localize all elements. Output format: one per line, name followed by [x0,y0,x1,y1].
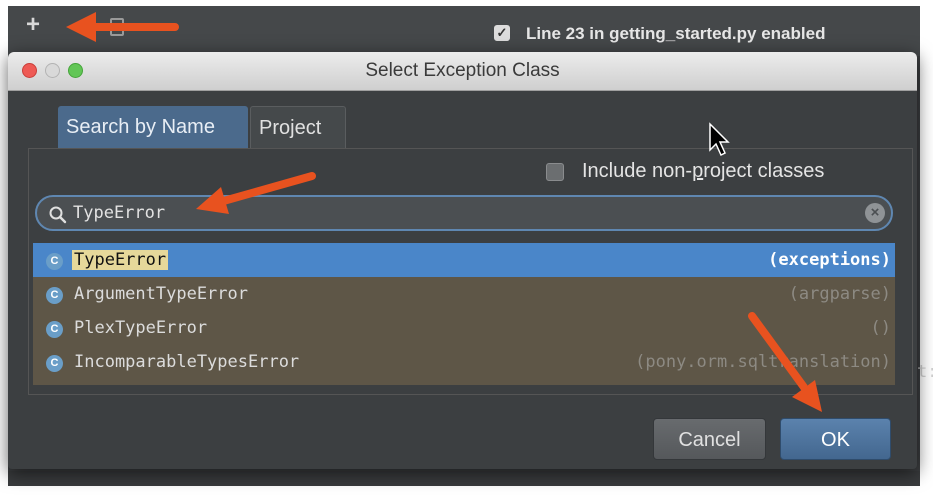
tab-project[interactable]: Project [250,106,346,148]
dialog-titlebar: Select Exception Class [8,52,917,91]
document-icon[interactable] [110,18,124,36]
breakpoint-toolbar: + ✓ Line 23 in getting_started.py enable… [8,6,920,56]
select-exception-dialog: Select Exception Class Search by Name Pr… [8,52,917,469]
result-row[interactable]: C PlexTypeError () [33,311,895,345]
result-class-name: PlexTypeError [74,318,208,338]
result-class-name: ArgumentTypeError [74,284,248,304]
include-non-project-checkbox[interactable] [546,163,564,181]
result-class-name: IncomparableTypesError [74,352,300,372]
result-row[interactable]: C IncomparableTypesError (pony.orm.sqltr… [33,345,895,379]
search-input[interactable] [73,197,853,229]
add-breakpoint-plus-icon[interactable]: + [22,13,44,37]
result-row[interactable]: C TypeError (exceptions) [33,243,895,277]
clear-search-icon[interactable]: × [865,203,885,223]
result-package: (argparse) [788,284,891,304]
dialog-title: Select Exception Class [365,60,560,81]
ide-bottom-bar [8,471,920,486]
include-non-project-label[interactable]: Include non-project classes [582,160,824,183]
search-field[interactable]: × [35,195,893,231]
class-icon: C [46,253,63,270]
cancel-button[interactable]: Cancel [653,418,766,460]
result-row[interactable]: C ArgumentTypeError (argparse) [33,277,895,311]
result-package: (exceptions) [768,250,891,270]
tab-search-by-name[interactable]: Search by Name [58,106,248,148]
search-panel: Include non-project classes × C TypeErro… [28,148,913,395]
results-list: C TypeError (exceptions) C ArgumentTypeE… [33,243,895,385]
class-icon: C [46,321,63,338]
ok-button[interactable]: OK [780,418,891,460]
result-package: () [870,318,891,338]
breakpoint-enabled-label: Line 23 in getting_started.py enabled [526,24,826,43]
breakpoint-enabled-checkbox[interactable]: ✓ [494,25,510,41]
code-fragment: t: [917,362,933,382]
result-class-name: TypeError [72,250,169,270]
result-package: (pony.orm.sqltranslation) [635,352,891,372]
search-icon [49,206,67,224]
class-icon: C [46,287,63,304]
class-icon: C [46,355,63,372]
